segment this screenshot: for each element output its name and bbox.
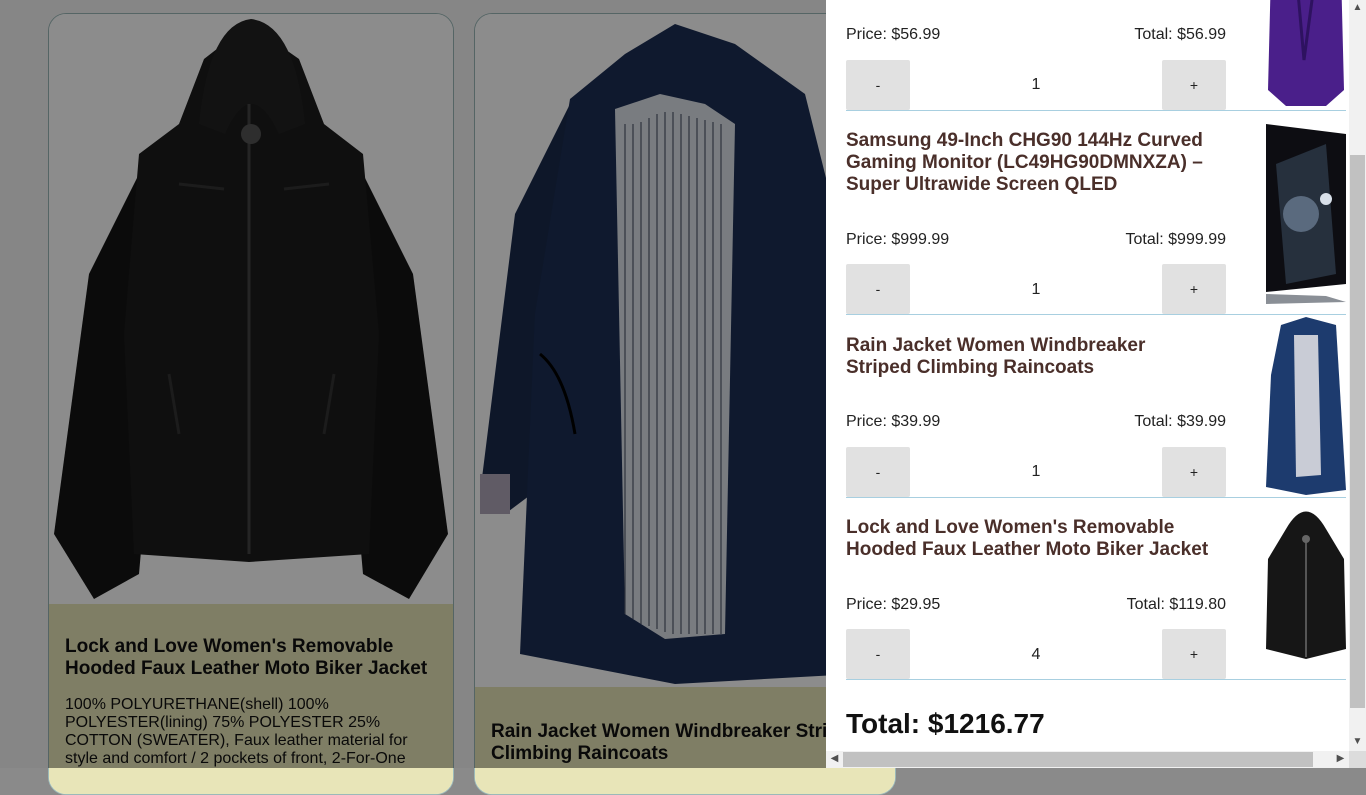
item-total: Total: $119.80: [1126, 596, 1226, 613]
scroll-left-icon[interactable]: ◀: [826, 753, 843, 764]
item-price: Price: $29.95: [846, 596, 941, 613]
monitor-thumbnail: [1266, 124, 1346, 308]
cart-item: Lock and Love Women's Removable Hooded F…: [846, 497, 1346, 680]
scrollbar-thumb[interactable]: [1350, 155, 1365, 708]
increase-quantity-button[interactable]: +: [1162, 629, 1226, 679]
quantity-value: 1: [1031, 76, 1041, 93]
scroll-right-icon[interactable]: ▶: [1332, 753, 1349, 764]
horizontal-scrollbar[interactable]: ◀ ▶: [826, 751, 1349, 768]
item-price: Price: $56.99: [846, 26, 941, 43]
quantity-value: 4: [1031, 646, 1041, 663]
scroll-up-icon[interactable]: ▲: [1349, 2, 1366, 13]
purple-jacket-thumbnail: [1266, 0, 1346, 106]
scroll-down-icon[interactable]: ▼: [1349, 736, 1366, 747]
navy-raincoat-thumbnail: [1266, 315, 1346, 495]
decrease-quantity-button[interactable]: -: [846, 629, 910, 679]
scrollbar-thumb[interactable]: [843, 752, 1313, 767]
item-total: Total: $39.99: [1134, 413, 1226, 430]
cart-panel: Price: $56.99 Total: $56.99 - 1 + Samsun…: [826, 0, 1366, 768]
cart-total: Total: $1216.77: [846, 708, 1045, 739]
item-title: Lock and Love Women's Removable Hooded F…: [846, 517, 1209, 560]
quantity-value: 1: [1031, 463, 1041, 480]
increase-quantity-button[interactable]: +: [1162, 447, 1226, 497]
scrollbar-corner: [1349, 751, 1366, 768]
vertical-scrollbar[interactable]: ▲ ▼: [1349, 0, 1366, 751]
item-total: Total: $56.99: [1134, 26, 1226, 43]
quantity-value: 1: [1031, 281, 1041, 298]
item-price: Price: $39.99: [846, 413, 941, 430]
cart-item: Samsung 49-Inch CHG90 144Hz Curved Gamin…: [846, 110, 1346, 315]
cart-items-list: Price: $56.99 Total: $56.99 - 1 + Samsun…: [826, 0, 1350, 751]
item-total: Total: $999.99: [1125, 231, 1226, 248]
increase-quantity-button[interactable]: +: [1162, 264, 1226, 314]
black-leather-jacket-thumbnail: [1266, 499, 1346, 665]
cart-item: Rain Jacket Women Windbreaker Striped Cl…: [846, 315, 1346, 498]
decrease-quantity-button[interactable]: -: [846, 447, 910, 497]
item-price: Price: $999.99: [846, 231, 950, 248]
increase-quantity-button[interactable]: +: [1162, 60, 1226, 110]
cart-item: Price: $56.99 Total: $56.99 - 1 +: [846, 0, 1346, 111]
item-title: Samsung 49-Inch CHG90 144Hz Curved Gamin…: [846, 130, 1203, 195]
decrease-quantity-button[interactable]: -: [846, 60, 910, 110]
item-title: Rain Jacket Women Windbreaker Striped Cl…: [846, 335, 1146, 378]
decrease-quantity-button[interactable]: -: [846, 264, 910, 314]
